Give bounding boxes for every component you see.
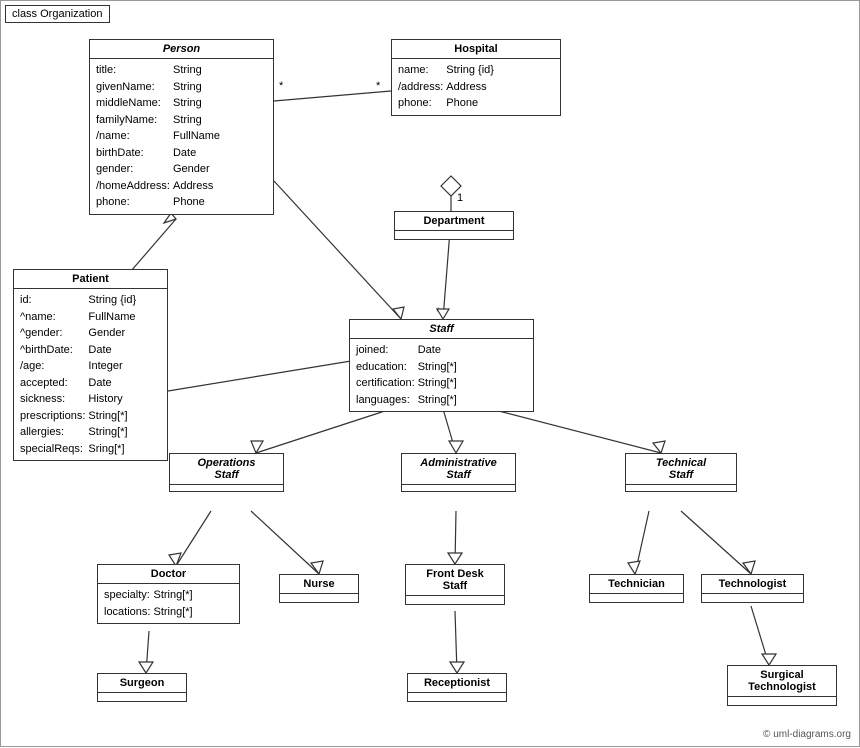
class-patient: Patient id:String {id} ^name:FullName ^g… — [13, 269, 168, 461]
class-person-header: Person — [90, 40, 273, 59]
class-front-desk-staff-body — [406, 596, 504, 604]
class-person: Person title:String givenName:String mid… — [89, 39, 274, 215]
class-administrative-staff-header: AdministrativeStaff — [402, 454, 515, 485]
class-technician-header: Technician — [590, 575, 683, 594]
class-administrative-staff-body — [402, 485, 515, 491]
class-surgeon-body — [98, 693, 186, 701]
class-hospital-header: Hospital — [392, 40, 560, 59]
class-hospital-body: name:String {id} /address:Address phone:… — [392, 59, 560, 115]
class-technologist: Technologist — [701, 574, 804, 603]
class-department-header: Department — [395, 212, 513, 231]
class-patient-header: Patient — [14, 270, 167, 289]
class-receptionist: Receptionist — [407, 673, 507, 702]
class-nurse: Nurse — [279, 574, 359, 603]
class-technician: Technician — [589, 574, 684, 603]
class-operations-staff-body — [170, 485, 283, 491]
class-surgical-technologist-body — [728, 697, 836, 705]
svg-text:*: * — [376, 80, 381, 92]
class-doctor-header: Doctor — [98, 565, 239, 584]
class-operations-staff-header: OperationsStaff — [170, 454, 283, 485]
frame-label: class Organization — [5, 5, 110, 23]
class-receptionist-header: Receptionist — [408, 674, 506, 693]
class-patient-body: id:String {id} ^name:FullName ^gender:Ge… — [14, 289, 167, 460]
class-surgeon: Surgeon — [97, 673, 187, 702]
class-doctor: Doctor specialty:String[*] locations:Str… — [97, 564, 240, 624]
svg-text:*: * — [279, 80, 284, 92]
class-staff: Staff joined:Date education:String[*] ce… — [349, 319, 534, 412]
class-technical-staff: TechnicalStaff — [625, 453, 737, 492]
class-nurse-header: Nurse — [280, 575, 358, 594]
class-operations-staff: OperationsStaff — [169, 453, 284, 492]
class-hospital: Hospital name:String {id} /address:Addre… — [391, 39, 561, 116]
class-department-body — [395, 231, 513, 239]
class-person-body: title:String givenName:String middleName… — [90, 59, 273, 214]
class-administrative-staff: AdministrativeStaff — [401, 453, 516, 492]
class-surgical-technologist-header: SurgicalTechnologist — [728, 666, 836, 697]
diagram-container: class Organization * * 1 1 * * * — [0, 0, 860, 747]
class-nurse-body — [280, 594, 358, 602]
class-staff-header: Staff — [350, 320, 533, 339]
class-receptionist-body — [408, 693, 506, 701]
copyright: © uml-diagrams.org — [763, 729, 851, 740]
class-technical-staff-header: TechnicalStaff — [626, 454, 736, 485]
class-technologist-header: Technologist — [702, 575, 803, 594]
class-surgeon-header: Surgeon — [98, 674, 186, 693]
class-technician-body — [590, 594, 683, 602]
class-front-desk-staff-header: Front DeskStaff — [406, 565, 504, 596]
svg-text:*: * — [436, 306, 441, 318]
class-technical-staff-body — [626, 485, 736, 491]
class-doctor-body: specialty:String[*] locations:String[*] — [98, 584, 239, 623]
class-front-desk-staff: Front DeskStaff — [405, 564, 505, 605]
svg-text:1: 1 — [457, 192, 463, 204]
class-staff-body: joined:Date education:String[*] certific… — [350, 339, 533, 411]
class-department: Department — [394, 211, 514, 240]
class-surgical-technologist: SurgicalTechnologist — [727, 665, 837, 706]
class-technologist-body — [702, 594, 803, 602]
